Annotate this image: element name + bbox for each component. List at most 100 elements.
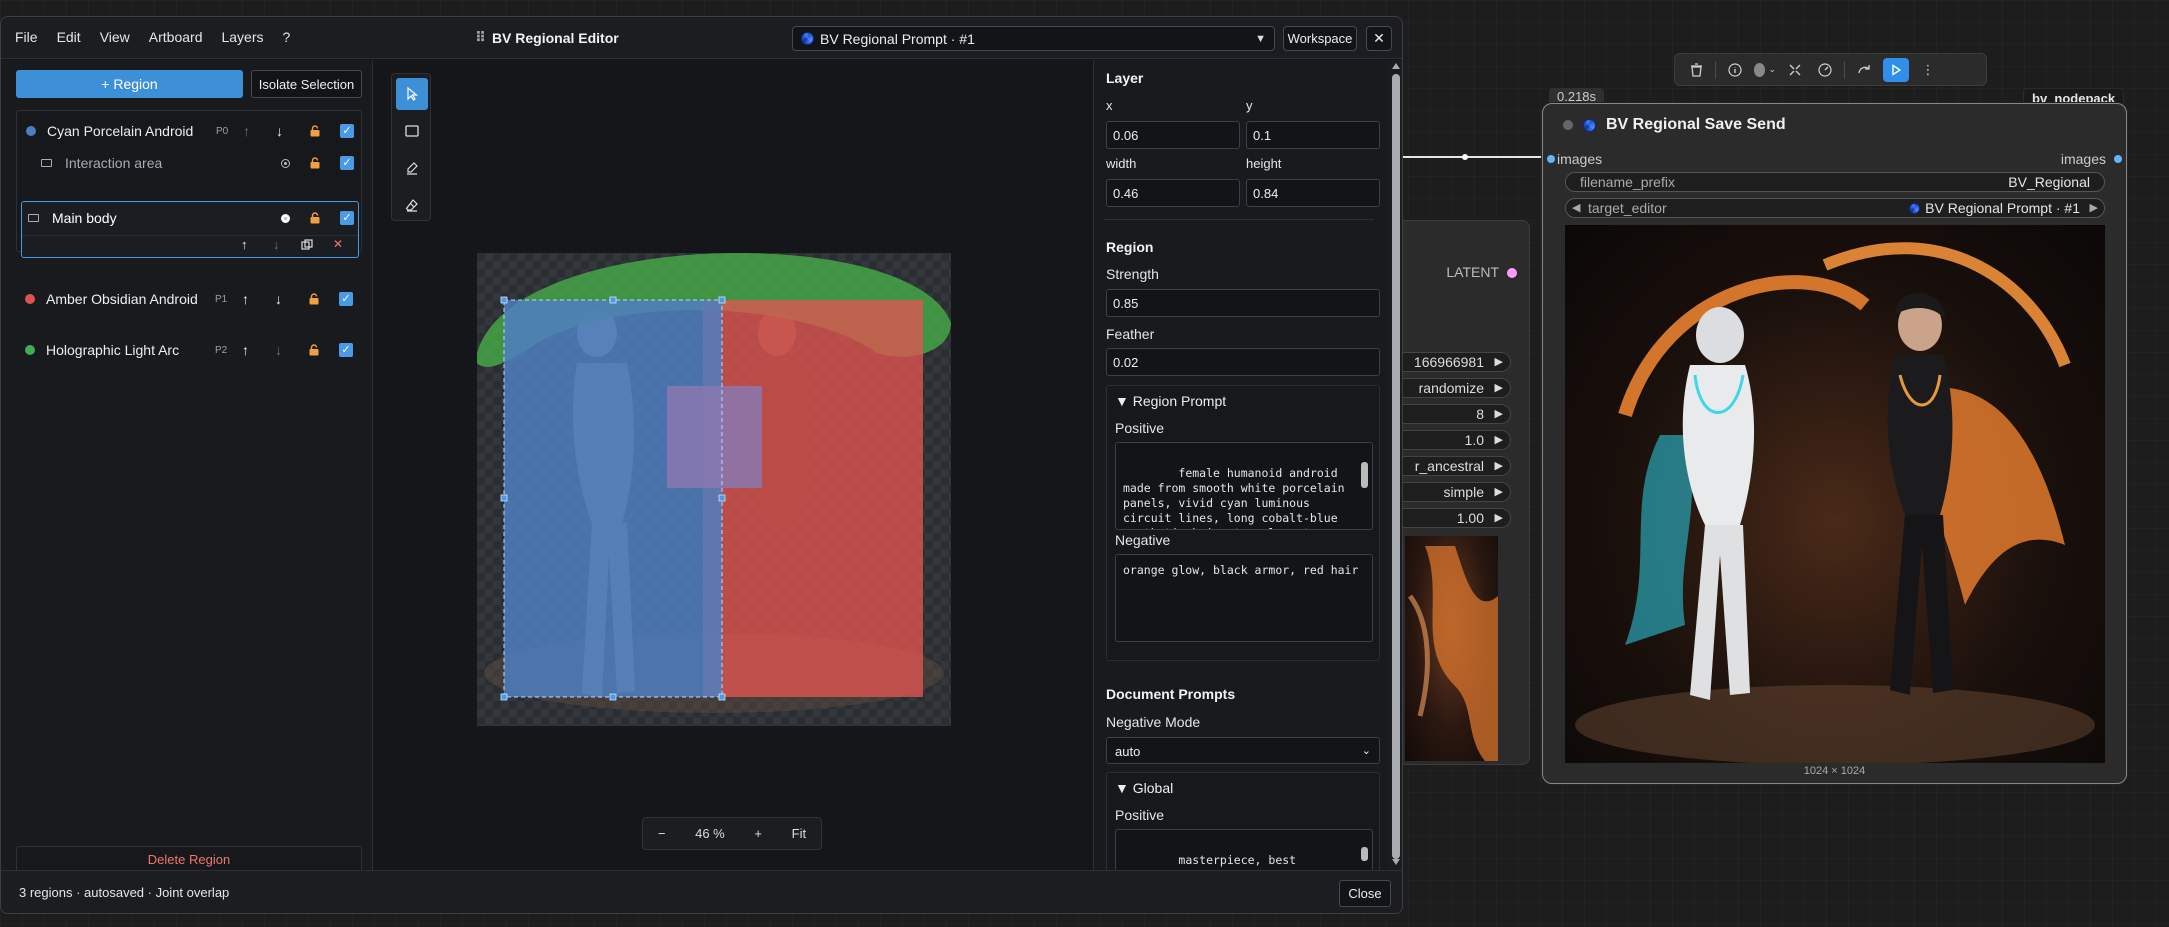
visibility-checkbox[interactable]: ✓ — [339, 343, 353, 357]
lock-icon[interactable] — [308, 293, 320, 305]
main-body-header[interactable]: Main body ✓ — [22, 204, 358, 232]
menu-layers[interactable]: Layers — [221, 29, 263, 45]
steps-widget[interactable]: 8 ▶ — [1391, 404, 1511, 424]
delete-region-button[interactable]: Delete Region — [16, 846, 362, 873]
sub-layer-row-interaction[interactable]: Interaction area ✓ — [17, 148, 361, 178]
brush-tool-icon[interactable] — [396, 152, 428, 184]
window-title[interactable]: ⠿ BV Regional Editor — [475, 29, 619, 46]
more-icon[interactable]: ⋮ — [1917, 59, 1939, 81]
region-prompt-toggle[interactable]: ▼ Region Prompt — [1115, 393, 1226, 409]
add-region-button[interactable]: + Region — [16, 70, 243, 98]
close-icon[interactable]: ✕ — [1366, 26, 1392, 51]
node-collapse-dot[interactable] — [1563, 120, 1573, 130]
combo-right-arrow-icon[interactable]: ▶ — [2090, 199, 2098, 217]
global-toggle[interactable]: ▼ Global — [1115, 780, 1173, 796]
latent-output-dot[interactable] — [1507, 268, 1517, 278]
target-icon[interactable] — [281, 158, 290, 168]
combo-left-arrow-icon[interactable]: ◀ — [1572, 199, 1580, 217]
move-down-icon[interactable]: ↓ — [273, 237, 280, 252]
save-send-node[interactable]: BV Regional Save Send images images file… — [1542, 103, 2127, 784]
color-icon[interactable]: ⌄ — [1754, 59, 1776, 81]
speed-icon[interactable] — [1814, 59, 1836, 81]
visibility-checkbox[interactable]: ✓ — [340, 211, 354, 225]
trash-icon[interactable] — [1685, 59, 1707, 81]
filename-prefix-widget[interactable]: filename_prefix BV_Regional — [1565, 172, 2105, 192]
menu-artboard[interactable]: Artboard — [149, 29, 203, 45]
inspector-scrollbar[interactable] — [1389, 60, 1402, 870]
artboard-regions[interactable] — [477, 253, 951, 726]
move-down-icon[interactable]: ↓ — [275, 342, 282, 358]
zoom-out-button[interactable]: − — [658, 826, 666, 841]
bypass-icon[interactable] — [1784, 59, 1806, 81]
move-up-icon[interactable]: ↑ — [243, 123, 250, 139]
workspace-button[interactable]: Workspace — [1283, 26, 1357, 51]
menu-help[interactable]: ? — [283, 29, 291, 45]
x-input[interactable]: 0.06 — [1106, 121, 1240, 149]
move-down-icon[interactable]: ↓ — [276, 123, 283, 139]
node-title-bar[interactable]: BV Regional Save Send — [1563, 116, 1786, 134]
sampler-widget[interactable]: r_ancestral ▶ — [1391, 456, 1511, 476]
sub-layer-row-main-body[interactable]: Main body ✓ ↑ ↓ ✕ — [21, 201, 359, 258]
rectangle-tool-icon[interactable] — [396, 115, 428, 147]
denoise-widget[interactable]: 1.00 ▶ — [1391, 508, 1511, 528]
images-input-slot[interactable]: images — [1546, 151, 1602, 167]
move-up-icon[interactable]: ↑ — [242, 291, 249, 307]
menu-edit[interactable]: Edit — [57, 29, 81, 45]
target-node-select[interactable]: BV Regional Prompt · #1 ▼ — [792, 26, 1275, 51]
layers-panel: + Region Isolate Selection Cyan Porcelai… — [1, 60, 373, 873]
textarea-scrollbar[interactable] — [1360, 833, 1369, 874]
artboard-canvas[interactable]: − 46 % + Fit — [376, 60, 1088, 870]
negative-prompt-textarea[interactable]: orange glow, black armor, red hair — [1115, 554, 1373, 642]
width-input[interactable]: 0.46 — [1106, 179, 1240, 207]
lock-icon[interactable] — [309, 125, 321, 137]
lock-icon[interactable] — [309, 157, 321, 169]
drag-handle-icon[interactable]: ⠿ — [475, 29, 486, 46]
delete-sub-layer-icon[interactable]: ✕ — [333, 237, 343, 251]
isolate-selection-button[interactable]: Isolate Selection — [251, 70, 362, 98]
region-row-holographic[interactable]: Holographic Light Arc P2 ↑ ↓ ✓ — [16, 335, 362, 365]
filename-prefix-value: BV_Regional — [2008, 174, 2090, 190]
ksampler-node[interactable]: LATENT 166966981 ▶ randomize ▶ 8 ▶ 1.0 ▶ r_a… — [1390, 220, 1530, 765]
lock-icon[interactable] — [308, 344, 320, 356]
zoom-fit-button[interactable]: Fit — [792, 826, 806, 841]
visibility-checkbox[interactable]: ✓ — [340, 156, 354, 170]
textarea-scrollbar[interactable] — [1360, 446, 1369, 515]
lock-icon[interactable] — [309, 212, 321, 224]
target-editor-widget[interactable]: ◀ target_editor BV Regional Prompt · #1 … — [1565, 198, 2105, 218]
images-output-slot[interactable]: images — [2061, 151, 2123, 167]
y-input[interactable]: 0.1 — [1246, 121, 1380, 149]
layer-heading: Layer — [1106, 70, 1144, 86]
control-widget[interactable]: randomize ▶ — [1391, 378, 1511, 398]
close-button[interactable]: Close — [1339, 880, 1391, 907]
target-icon[interactable] — [281, 213, 290, 223]
eraser-tool-icon[interactable] — [396, 189, 428, 221]
select-tool-icon[interactable] — [396, 78, 428, 110]
move-up-icon[interactable]: ↑ — [242, 342, 249, 358]
scheduler-widget[interactable]: simple ▶ — [1391, 482, 1511, 502]
info-icon[interactable] — [1724, 59, 1746, 81]
feather-input[interactable]: 0.02 — [1106, 348, 1380, 376]
visibility-checkbox[interactable]: ✓ — [340, 124, 354, 138]
scroll-down-icon[interactable] — [1392, 859, 1400, 865]
artboard[interactable] — [477, 253, 951, 726]
height-input[interactable]: 0.84 — [1246, 179, 1380, 207]
seed-widget[interactable]: 166966981 ▶ — [1391, 352, 1511, 372]
visibility-checkbox[interactable]: ✓ — [339, 292, 353, 306]
move-down-icon[interactable]: ↓ — [275, 291, 282, 307]
run-icon[interactable] — [1883, 57, 1909, 82]
global-positive-label: Positive — [1115, 807, 1165, 823]
duplicate-icon[interactable] — [301, 239, 313, 251]
positive-prompt-textarea[interactable]: female humanoid android made from smooth… — [1115, 442, 1373, 530]
menu-view[interactable]: View — [100, 29, 130, 45]
region-row-cyan[interactable]: Cyan Porcelain Android P0 ↑ ↓ ✓ — [17, 116, 361, 146]
redo-icon[interactable] — [1853, 59, 1875, 81]
scrollbar-thumb[interactable] — [1392, 74, 1400, 859]
cfg-widget[interactable]: 1.0 ▶ — [1391, 430, 1511, 450]
strength-input[interactable]: 0.85 — [1106, 289, 1380, 317]
region-row-amber[interactable]: Amber Obsidian Android P1 ↑ ↓ ✓ — [16, 284, 362, 314]
negative-mode-select[interactable]: auto ⌄ — [1106, 737, 1380, 764]
menu-file[interactable]: File — [15, 29, 38, 45]
scroll-up-icon[interactable] — [1392, 63, 1400, 69]
move-up-icon[interactable]: ↑ — [241, 237, 248, 252]
zoom-in-button[interactable]: + — [754, 826, 762, 841]
